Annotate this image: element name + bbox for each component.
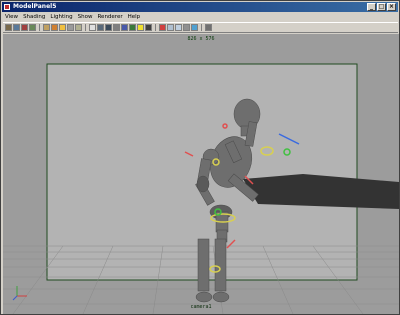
menu-shading[interactable]: Shading <box>23 13 45 22</box>
menu-bar: View Shading Lighting Show Renderer Help <box>3 13 140 22</box>
renderer-icon[interactable] <box>205 24 212 31</box>
smooth-shade-icon[interactable] <box>97 24 104 31</box>
flat-shade-icon[interactable] <box>105 24 112 31</box>
wireframe-icon[interactable] <box>89 24 96 31</box>
textured-icon[interactable] <box>129 24 136 31</box>
minimize-button[interactable]: _ <box>367 3 376 11</box>
resolution-label: 826 x 576 <box>187 36 215 42</box>
film-gate-icon[interactable] <box>51 24 58 31</box>
app-icon <box>4 4 10 10</box>
title-bar[interactable]: ModelPanel5 _ □ × <box>2 2 398 12</box>
xray-joints-icon[interactable] <box>175 24 182 31</box>
menu-show[interactable]: Show <box>78 13 93 22</box>
bookmark-icon[interactable] <box>21 24 28 31</box>
resolution-gate-icon[interactable] <box>59 24 66 31</box>
scene-canvas[interactable] <box>3 34 399 314</box>
points-icon[interactable] <box>121 24 128 31</box>
maximize-button[interactable]: □ <box>377 3 386 11</box>
camera-attributes-icon[interactable] <box>13 24 20 31</box>
select-camera-icon[interactable] <box>5 24 12 31</box>
toolbar-separator <box>85 24 86 31</box>
backface-icon[interactable] <box>183 24 190 31</box>
menu-lighting[interactable]: Lighting <box>50 13 72 22</box>
perspective-viewport[interactable]: 826 x 576 camera1 <box>3 34 399 314</box>
gate-mask-icon[interactable] <box>67 24 74 31</box>
shadows-icon[interactable] <box>145 24 152 31</box>
toolbar-separator <box>39 24 40 31</box>
menu-renderer[interactable]: Renderer <box>97 13 122 22</box>
model-panel-window: ModelPanel5 _ □ × View Shading Lighting … <box>0 0 400 315</box>
menu-help[interactable]: Help <box>128 13 141 22</box>
close-button[interactable]: × <box>387 3 396 11</box>
shadow-plane <box>243 174 399 209</box>
xray-icon[interactable] <box>167 24 174 31</box>
window-title: ModelPanel5 <box>13 3 57 10</box>
toolbar-separator <box>201 24 202 31</box>
isolate-icon[interactable] <box>159 24 166 31</box>
grid-icon[interactable] <box>43 24 50 31</box>
camera-label: camera1 <box>190 304 212 310</box>
image-plane-icon[interactable] <box>29 24 36 31</box>
menu-view[interactable]: View <box>5 13 18 22</box>
bounding-box-icon[interactable] <box>113 24 120 31</box>
panel-toolbar <box>3 22 398 33</box>
lights-icon[interactable] <box>137 24 144 31</box>
field-chart-icon[interactable] <box>75 24 82 31</box>
high-quality-icon[interactable] <box>191 24 198 31</box>
toolbar-separator <box>155 24 156 31</box>
